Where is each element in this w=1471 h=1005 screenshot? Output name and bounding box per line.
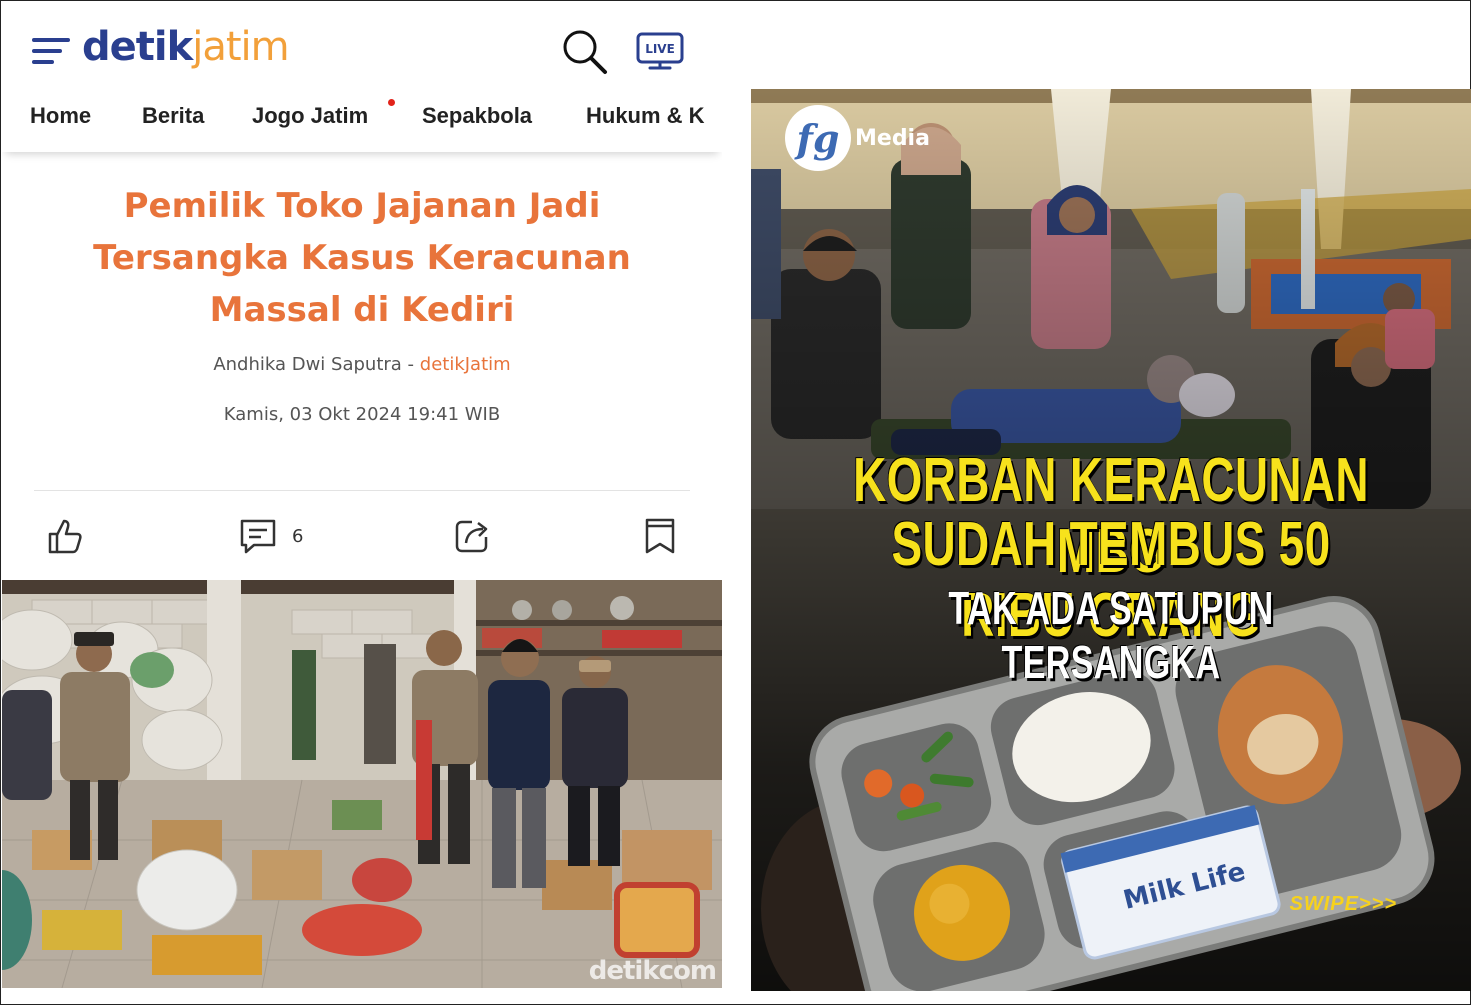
- top-bar: detikjatim LIVE: [2, 2, 722, 92]
- share-icon: [455, 520, 488, 553]
- comment-count: 6: [292, 525, 304, 547]
- headline-line: Massal di Kediri: [209, 290, 515, 330]
- article-screenshot: detikjatim LIVE Home Berita Jogo Jatim S…: [2, 2, 722, 1004]
- photo-watermark: detikcom: [588, 956, 717, 986]
- new-indicator-dot: [388, 99, 395, 106]
- logo-part-detik: detik: [82, 24, 193, 70]
- divider: [34, 490, 690, 491]
- article-photo[interactable]: detikcom: [2, 580, 722, 988]
- like-button[interactable]: [46, 514, 86, 558]
- nav-item-sepakbola[interactable]: Sepakbola: [422, 103, 532, 129]
- brand-name: Media: [855, 125, 930, 151]
- nav-item-hukum[interactable]: Hukum & K: [586, 103, 705, 129]
- byline: Andhika Dwi Saputra - detikJatim: [2, 354, 722, 375]
- live-tv-icon[interactable]: LIVE: [636, 32, 684, 72]
- source-link[interactable]: detikJatim: [420, 354, 511, 375]
- search-icon[interactable]: [560, 28, 610, 76]
- byline-separator: -: [401, 354, 420, 375]
- like-icon: [48, 519, 82, 554]
- logo-part-jatim: jatim: [192, 24, 289, 70]
- publish-date: Kamis, 03 Okt 2024 19:41 WIB: [223, 404, 501, 425]
- author-name: Andhika Dwi Saputra: [213, 354, 402, 375]
- live-label: LIVE: [645, 42, 675, 56]
- brand-logo: fg: [785, 105, 851, 171]
- nav-bar: Home Berita Jogo Jatim Sepakbola Hukum &…: [2, 92, 722, 152]
- share-button[interactable]: [452, 514, 492, 558]
- nav-item-home[interactable]: Home: [30, 103, 91, 129]
- brand-header[interactable]: fg Media: [785, 105, 930, 171]
- menu-icon[interactable]: [32, 36, 70, 66]
- comment-icon: [240, 519, 276, 554]
- post-subheadline: TAK ADA SATUPUN TERSANGKA: [948, 582, 1274, 688]
- nav-item-jogo-jatim[interactable]: Jogo Jatim: [252, 103, 368, 129]
- social-post[interactable]: Milk Life fg Media KORBAN KERACUNAN MBG …: [751, 89, 1471, 991]
- nav-item-berita[interactable]: Berita: [142, 103, 204, 129]
- headline-line: Pemilik Toko Jajanan Jadi: [123, 186, 601, 226]
- article-headline: Pemilik Toko Jajanan Jadi Tersangka Kasu…: [42, 180, 682, 336]
- swipe-hint[interactable]: SWIPE>>>: [1290, 893, 1398, 916]
- comment-button[interactable]: 6: [238, 514, 303, 558]
- bookmark-icon: [645, 518, 675, 554]
- site-logo[interactable]: detikjatim: [82, 24, 290, 70]
- headline-line: Tersangka Kasus Keracunan: [93, 238, 631, 278]
- bookmark-button[interactable]: [640, 514, 680, 558]
